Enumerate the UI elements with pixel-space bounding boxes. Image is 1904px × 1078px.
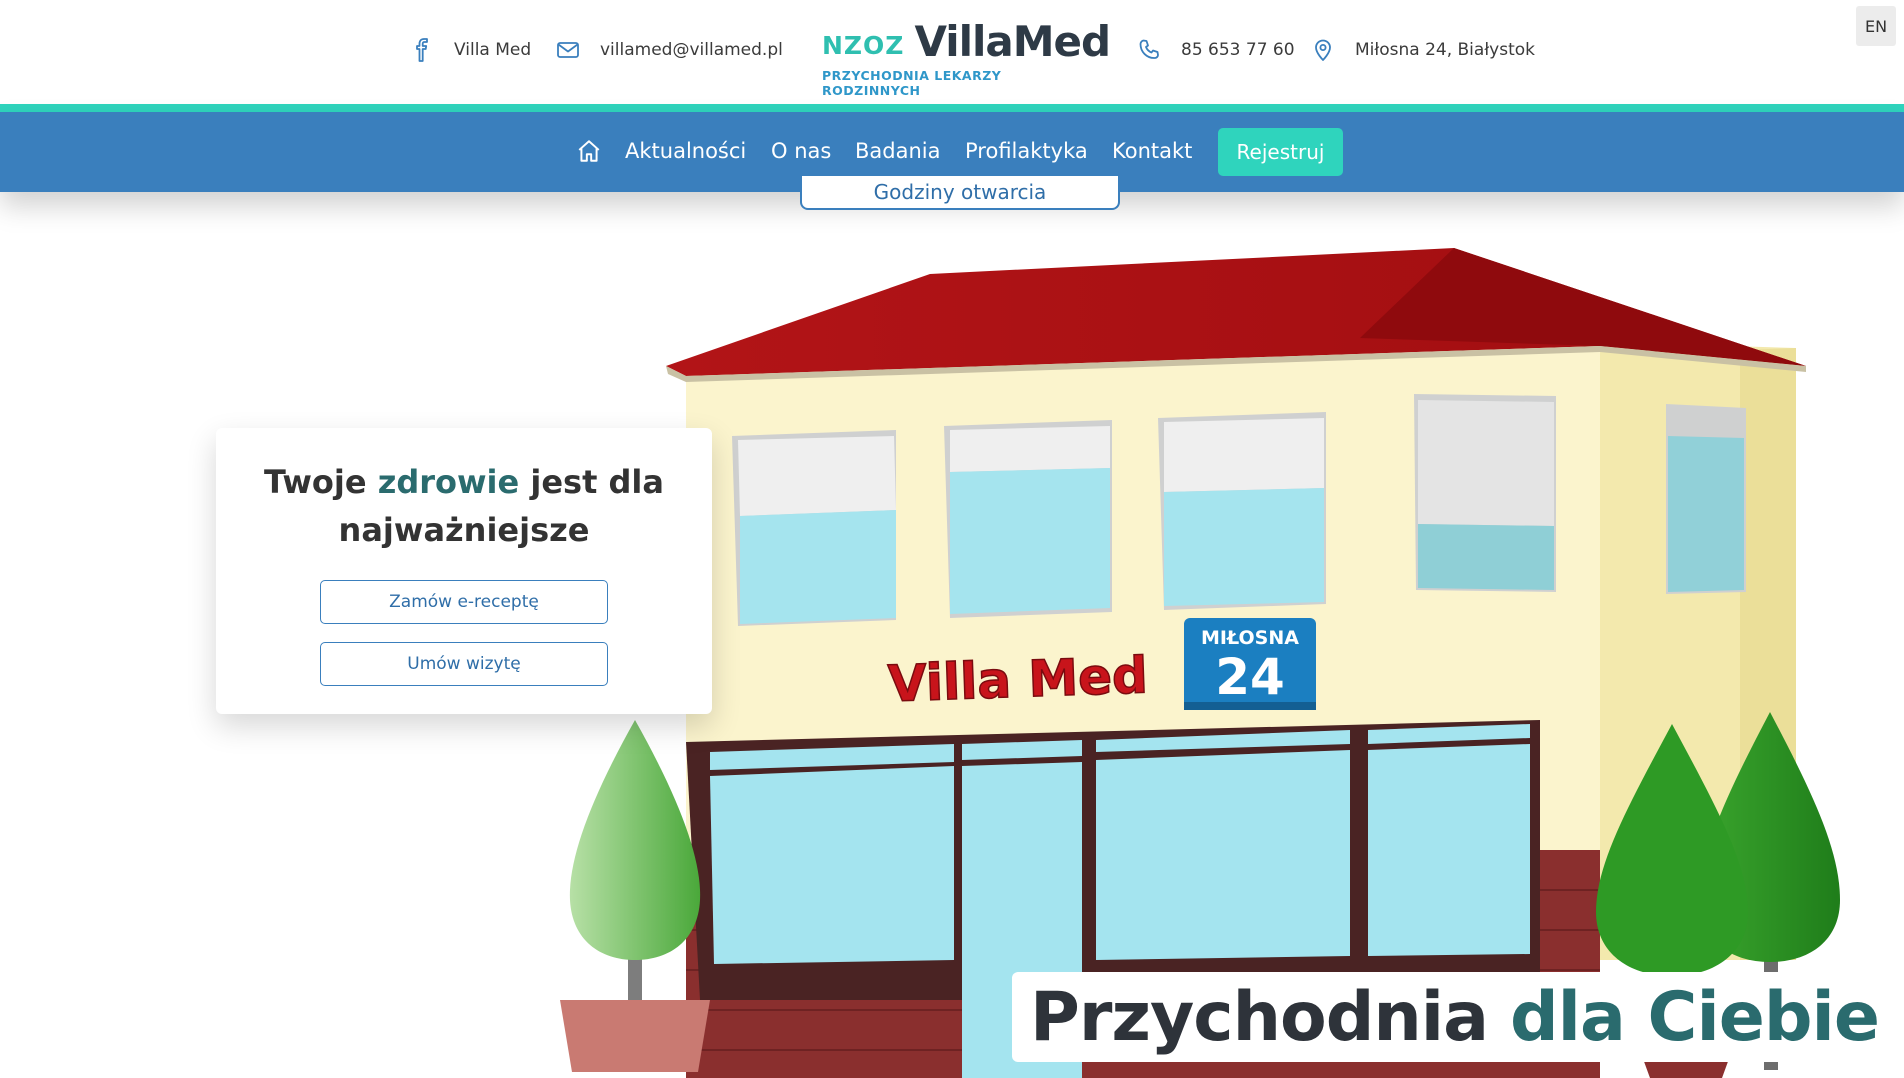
register-button[interactable]: Rejestruj <box>1218 128 1343 176</box>
facebook-icon <box>416 38 428 62</box>
hero-title-accent: zdrowie <box>377 463 520 501</box>
email-address: villamed@villamed.pl <box>600 40 783 60</box>
mail-icon <box>557 42 579 58</box>
tagline-accent: dla Ciebie <box>1510 977 1880 1057</box>
nav-item-profilaktyka[interactable]: Profilaktyka <box>965 138 1088 164</box>
address-link[interactable]: Miłosna 24, Białystok <box>1311 36 1535 64</box>
book-visit-button[interactable]: Umów wizytę <box>320 642 608 686</box>
hero-tagline: Przychodnia dla Ciebie <box>1012 972 1904 1062</box>
order-eprescription-button[interactable]: Zamów e-receptę <box>320 580 608 624</box>
hero-card: Twoje zdrowie jest dla najważniejsze Zam… <box>216 428 712 714</box>
nav-item-badania[interactable]: Badania <box>855 138 941 164</box>
nav-item-kontakt[interactable]: Kontakt <box>1112 138 1192 164</box>
phone-number: 85 653 77 60 <box>1181 40 1295 60</box>
facebook-label: Villa Med <box>454 40 532 60</box>
clinic-building-illustration: Villa Med MIŁOSNA 24 <box>560 248 1840 1078</box>
logo-prefix: NZOZ <box>822 31 905 60</box>
language-switch-button[interactable]: EN <box>1856 6 1896 46</box>
building-sign-villa-med: Villa Med <box>887 646 1149 713</box>
address-text: Miłosna 24, Białystok <box>1355 40 1535 60</box>
nav-item-o-nas[interactable]: O nas <box>771 138 831 164</box>
logo-subtitle: PRZYCHODNIA LEKARZY RODZINNYCH <box>822 68 1002 98</box>
top-bar: Villa Med villamed@villamed.pl NZOZ Vill… <box>0 0 1904 104</box>
location-pin-icon <box>1315 39 1331 61</box>
nav-item-aktualnosci[interactable]: Aktualności <box>625 138 746 164</box>
hero-title: Twoje zdrowie jest dla najważniejsze <box>216 458 712 554</box>
logo-brand: VillaMed <box>914 17 1111 66</box>
email-link[interactable]: villamed@villamed.pl <box>556 36 783 64</box>
street-sign-name: MIŁOSNA <box>1201 627 1299 649</box>
tagline-part1: Przychodnia <box>1030 977 1489 1057</box>
logo-wordmark: NZOZ VillaMed <box>822 20 1111 64</box>
street-sign-number: 24 <box>1215 648 1285 706</box>
opening-hours-tab[interactable]: Godziny otwarcia <box>800 176 1120 210</box>
home-icon <box>578 140 600 162</box>
street-number-sign: MIŁOSNA 24 <box>1184 618 1316 710</box>
phone-link[interactable]: 85 653 77 60 <box>1137 36 1295 64</box>
home-link[interactable] <box>576 138 602 164</box>
villamed-logo[interactable]: NZOZ VillaMed PRZYCHODNIA LEKARZY RODZIN… <box>822 20 1111 99</box>
phone-icon <box>1139 39 1159 59</box>
nav-accent-line <box>0 104 1904 112</box>
facebook-link[interactable]: Villa Med <box>410 36 531 64</box>
hero-title-part1: Twoje <box>264 463 378 501</box>
